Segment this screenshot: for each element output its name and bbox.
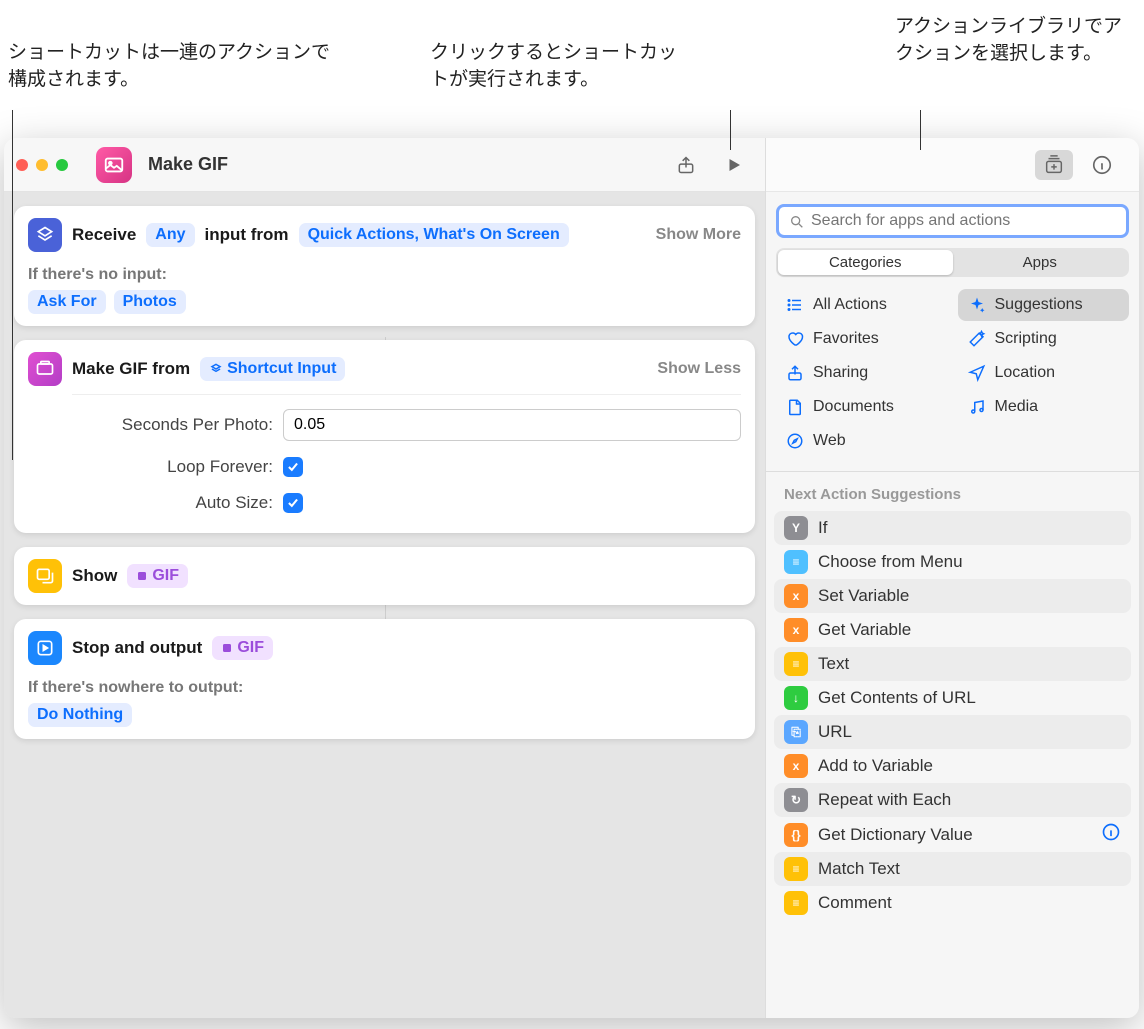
share-button[interactable] xyxy=(667,150,705,180)
gif-icon xyxy=(28,352,62,386)
category-sharing[interactable]: Sharing xyxy=(776,357,948,389)
suggestion-match-text[interactable]: ≡Match Text xyxy=(774,852,1131,886)
category-all-actions[interactable]: All Actions xyxy=(776,289,948,321)
search-icon xyxy=(789,214,805,230)
library-tabs: Categories Apps xyxy=(776,248,1129,277)
suggestions-header: Next Action Suggestions xyxy=(766,476,1139,511)
nowhere-token[interactable]: Do Nothing xyxy=(28,703,132,727)
category-favorites[interactable]: Favorites xyxy=(776,323,948,355)
show-more-toggle[interactable]: Show More xyxy=(656,226,741,244)
window-close-button[interactable] xyxy=(16,159,28,171)
output-gif-token[interactable]: GIF xyxy=(212,636,273,660)
receive-label: Receive xyxy=(72,225,136,245)
show-label: Show xyxy=(72,566,117,586)
receive-any-token[interactable]: Any xyxy=(146,223,194,247)
action-stop-output[interactable]: Stop and output GIF If there's nowhere t… xyxy=(14,619,755,739)
suggestion-if[interactable]: YIf xyxy=(774,511,1131,545)
annotation-center: クリックするとショートカットが実行されます。 xyxy=(430,40,690,93)
action-show[interactable]: Show GIF xyxy=(14,547,755,605)
main-toolbar: Make GIF xyxy=(4,138,765,192)
show-icon xyxy=(28,559,62,593)
suggestion-get-dictionary-value[interactable]: {}Get Dictionary Value xyxy=(774,817,1131,852)
suggestion-get-contents-of-url[interactable]: ↓Get Contents of URL xyxy=(774,681,1131,715)
window-zoom-button[interactable] xyxy=(56,159,68,171)
suggestion-add-to-variable[interactable]: xAdd to Variable xyxy=(774,749,1131,783)
category-scripting[interactable]: Scripting xyxy=(958,323,1130,355)
run-button[interactable] xyxy=(715,150,753,180)
window-minimize-button[interactable] xyxy=(36,159,48,171)
no-input-token[interactable]: Photos xyxy=(114,290,186,314)
shortcut-title: Make GIF xyxy=(148,154,228,175)
output-icon xyxy=(28,631,62,665)
shortcut-editor-window: Make GIF Receive xyxy=(4,138,1139,1018)
receive-middle: input from xyxy=(205,225,289,245)
action-make-gif[interactable]: Make GIF from Shortcut Input Show Less S… xyxy=(14,340,755,533)
shortcut-input-token[interactable]: Shortcut Input xyxy=(200,357,345,381)
receive-from-token[interactable]: Quick Actions, What's On Screen xyxy=(299,223,569,247)
category-media[interactable]: Media xyxy=(958,391,1130,423)
suggestion-text[interactable]: ≡Text xyxy=(774,647,1131,681)
nowhere-label: If there's nowhere to output: xyxy=(28,679,741,697)
autosize-checkbox[interactable] xyxy=(283,493,303,513)
loop-checkbox[interactable] xyxy=(283,457,303,477)
no-input-label: If there's no input: xyxy=(28,266,741,284)
output-label: Stop and output xyxy=(72,638,202,658)
no-input-token[interactable]: Ask For xyxy=(28,290,106,314)
annotation-right: アクションライブラリでアクションを選択します。 xyxy=(895,14,1125,67)
tab-apps[interactable]: Apps xyxy=(953,250,1128,275)
action-receive-input[interactable]: Receive Any input from Quick Actions, Wh… xyxy=(14,206,755,326)
suggestion-comment[interactable]: ≡Comment xyxy=(774,886,1131,920)
tab-categories[interactable]: Categories xyxy=(778,250,953,275)
input-icon xyxy=(28,218,62,252)
shortcut-icon xyxy=(96,147,132,183)
show-less-toggle[interactable]: Show Less xyxy=(657,360,741,378)
annotation-left: ショートカットは一連のアクションで構成されます。 xyxy=(8,40,348,93)
library-button[interactable] xyxy=(1035,150,1073,180)
suggestion-url[interactable]: ⎘URL xyxy=(774,715,1131,749)
category-documents[interactable]: Documents xyxy=(776,391,948,423)
suggestion-choose-from-menu[interactable]: ≡Choose from Menu xyxy=(774,545,1131,579)
suggestion-set-variable[interactable]: xSet Variable xyxy=(774,579,1131,613)
autosize-label: Auto Size: xyxy=(28,493,283,513)
search-input[interactable] xyxy=(776,204,1129,238)
show-gif-token[interactable]: GIF xyxy=(127,564,188,588)
category-suggestions[interactable]: Suggestions xyxy=(958,289,1130,321)
loop-label: Loop Forever: xyxy=(28,457,283,477)
suggestion-repeat-with-each[interactable]: ↻Repeat with Each xyxy=(774,783,1131,817)
category-web[interactable]: Web xyxy=(776,425,948,457)
make-gif-label: Make GIF from xyxy=(72,359,190,379)
suggestion-get-variable[interactable]: xGet Variable xyxy=(774,613,1131,647)
seconds-input[interactable] xyxy=(283,409,741,441)
info-button[interactable] xyxy=(1083,150,1121,180)
category-location[interactable]: Location xyxy=(958,357,1130,389)
seconds-label: Seconds Per Photo: xyxy=(28,415,283,435)
